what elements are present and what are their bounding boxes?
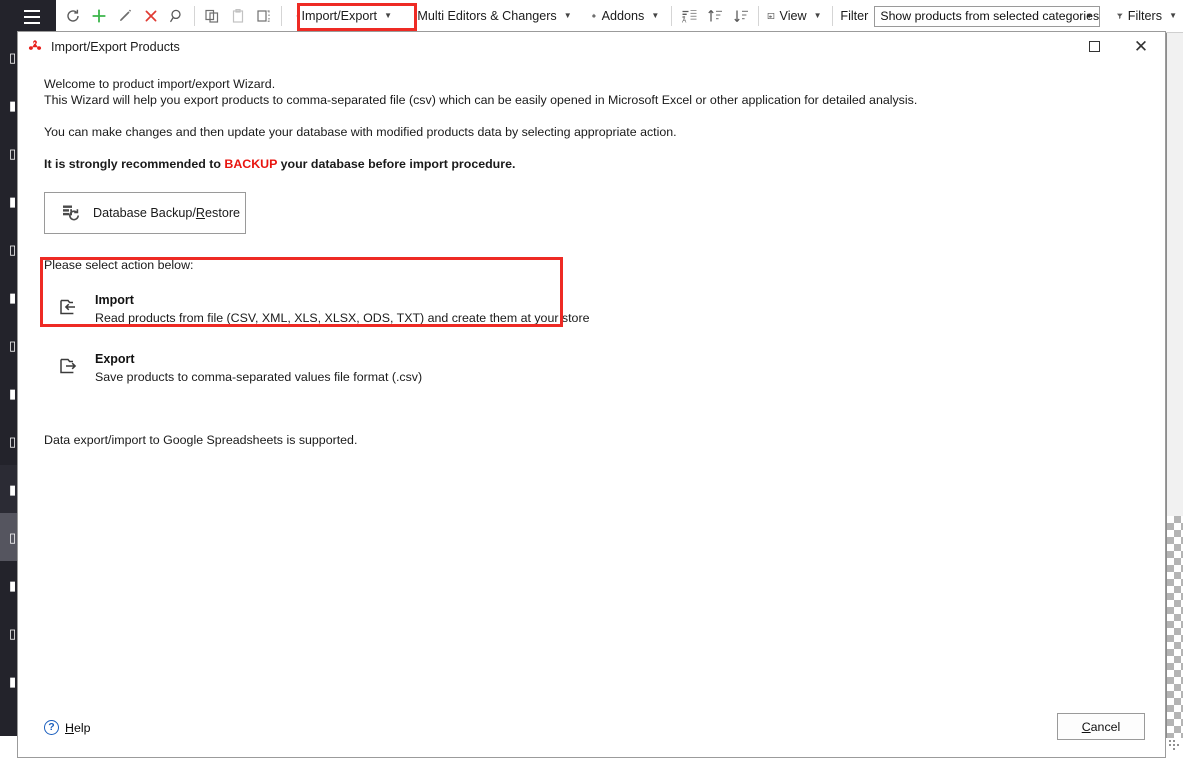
backup-recommendation: It is strongly recommended to BACKUP you… bbox=[44, 140, 1165, 172]
import-export-label: Import/Export bbox=[301, 9, 378, 23]
copy-icon bbox=[205, 9, 218, 23]
addons-button[interactable]: Addons ▼ bbox=[587, 3, 665, 29]
backup-keyword: BACKUP bbox=[224, 157, 278, 171]
delete-button[interactable] bbox=[138, 3, 164, 29]
clipboard-icon bbox=[232, 9, 243, 23]
dialog-titlebar: Import/Export Products ✕ bbox=[18, 32, 1165, 61]
export-action-row[interactable]: Export Save products to comma-separated … bbox=[44, 345, 1165, 391]
toolbar-separator bbox=[671, 6, 673, 26]
plus-icon bbox=[92, 9, 106, 23]
duplicate-icon bbox=[257, 10, 270, 22]
maximize-icon bbox=[1088, 41, 1100, 52]
sort-alpha-button[interactable]: A bbox=[676, 3, 702, 29]
help-link[interactable]: ? Help bbox=[44, 720, 91, 735]
import-action-description: Read products from file (CSV, XML, XLS, … bbox=[95, 311, 590, 325]
import-export-dialog: Import/Export Products ✕ Welcome to prod… bbox=[17, 31, 1166, 758]
export-action-text: Export Save products to comma-separated … bbox=[95, 351, 422, 385]
dialog-body: Welcome to product import/export Wizard.… bbox=[18, 61, 1165, 758]
maximize-button[interactable] bbox=[1071, 32, 1117, 61]
chevron-down-icon: ▼ bbox=[813, 11, 822, 20]
sort-descending-button[interactable] bbox=[728, 3, 754, 29]
paste-button[interactable] bbox=[225, 3, 251, 29]
puzzle-piece-icon bbox=[592, 13, 596, 18]
filter-label: Filter bbox=[840, 9, 869, 23]
sort-ascending-icon bbox=[707, 9, 722, 22]
edit-button[interactable] bbox=[112, 3, 138, 29]
import-action-text: Import Read products from file (CSV, XML… bbox=[95, 292, 589, 326]
refresh-icon bbox=[67, 9, 79, 22]
sort-ascending-button[interactable] bbox=[702, 3, 728, 29]
view-button[interactable]: View ▼ bbox=[763, 3, 827, 29]
close-x-icon bbox=[145, 10, 157, 22]
cancel-button[interactable]: Cancel bbox=[1057, 713, 1145, 740]
duplicate-button[interactable] bbox=[251, 3, 277, 29]
folder-export-icon bbox=[59, 351, 81, 377]
filter-combobox-value: Show products from selected categories bbox=[880, 9, 1100, 23]
toolbar-separator bbox=[758, 6, 760, 26]
database-backup-icon bbox=[63, 205, 79, 221]
help-label: Help bbox=[65, 720, 91, 735]
folder-import-icon bbox=[59, 292, 81, 318]
filter-combobox[interactable]: Show products from selected categories ▼ bbox=[874, 5, 1101, 27]
tripod-app-icon bbox=[28, 40, 42, 50]
sort-descending-icon bbox=[733, 10, 748, 23]
toolbar-separator bbox=[831, 6, 833, 26]
add-button[interactable] bbox=[86, 3, 112, 29]
main-toolbar: Import/Export ▼ Multi Editors & Changers… bbox=[56, 0, 1183, 33]
question-mark-icon: ? bbox=[44, 720, 59, 735]
addons-label: Addons bbox=[601, 9, 645, 23]
export-action-title: Export bbox=[95, 352, 135, 366]
chevron-down-icon: ▼ bbox=[384, 11, 392, 20]
chevron-down-icon: ▼ bbox=[651, 11, 660, 20]
filters-button[interactable]: Filters ▼ bbox=[1112, 3, 1183, 29]
cancel-label: Cancel bbox=[1081, 719, 1121, 734]
dialog-footer: ? Help Cancel bbox=[18, 703, 1165, 758]
copy-button[interactable] bbox=[199, 3, 225, 29]
google-spreadsheets-note: Data export/import to Google Spreadsheet… bbox=[44, 433, 358, 447]
intro-line-1: Welcome to product import/export Wizard. bbox=[44, 77, 276, 91]
toolbar-separator bbox=[194, 6, 195, 26]
filters-label: Filters bbox=[1127, 9, 1163, 23]
app-window: ▯ ▮ ▯ ▮ ▯ ▮ ▯ ▮ ▯ ▮ ▯ ▮ ▯ ▮ Import/Expor… bbox=[0, 0, 1183, 758]
chevron-down-icon[interactable]: ▼ bbox=[1085, 12, 1093, 21]
intro-line-3: You can make changes and then update you… bbox=[44, 125, 677, 139]
close-icon: ✕ bbox=[1133, 36, 1149, 56]
multi-editors-label: Multi Editors & Changers bbox=[417, 9, 557, 23]
import-export-button[interactable]: Import/Export ▼ bbox=[292, 3, 398, 29]
background-right-strip bbox=[1166, 33, 1183, 516]
database-backup-restore-button[interactable]: Database Backup/Restore bbox=[44, 192, 246, 234]
sort-alphabetical-icon: A bbox=[682, 9, 697, 24]
multi-editors-button[interactable]: Multi Editors & Changers ▼ bbox=[412, 3, 575, 29]
magnifier-icon bbox=[170, 9, 181, 23]
refresh-button[interactable] bbox=[60, 3, 86, 29]
svg-text:A: A bbox=[682, 18, 687, 24]
toolbar-separator bbox=[280, 6, 282, 26]
dialog-title: Import/Export Products bbox=[51, 39, 180, 54]
view-label: View bbox=[779, 9, 807, 23]
intro-line-2: This Wizard will help you export product… bbox=[44, 93, 918, 107]
backup-recommendation-suffix: your database before import procedure. bbox=[277, 157, 516, 171]
chevron-down-icon: ▼ bbox=[1169, 11, 1177, 20]
resize-grip-icon[interactable] bbox=[1169, 740, 1181, 752]
backup-recommendation-prefix: It is strongly recommended to bbox=[44, 157, 225, 171]
funnel-icon bbox=[1117, 13, 1123, 19]
view-eye-icon bbox=[767, 13, 775, 19]
chevron-down-icon: ▼ bbox=[563, 11, 572, 20]
import-action-title: Import bbox=[95, 293, 134, 307]
pencil-icon bbox=[120, 9, 132, 21]
background-checker-strip bbox=[1166, 516, 1183, 738]
search-button[interactable] bbox=[164, 3, 190, 29]
action-list: Import Read products from file (CSV, XML… bbox=[44, 286, 1165, 391]
window-controls: ✕ bbox=[1071, 32, 1165, 61]
import-export-arrows-icon bbox=[295, 15, 298, 17]
database-backup-restore-label: Database Backup/Restore bbox=[93, 206, 241, 220]
import-action-row[interactable]: Import Read products from file (CSV, XML… bbox=[44, 286, 1165, 332]
export-action-description: Save products to comma-separated values … bbox=[95, 370, 423, 384]
close-button[interactable]: ✕ bbox=[1117, 32, 1165, 61]
select-action-label: Please select action below: bbox=[44, 258, 194, 272]
